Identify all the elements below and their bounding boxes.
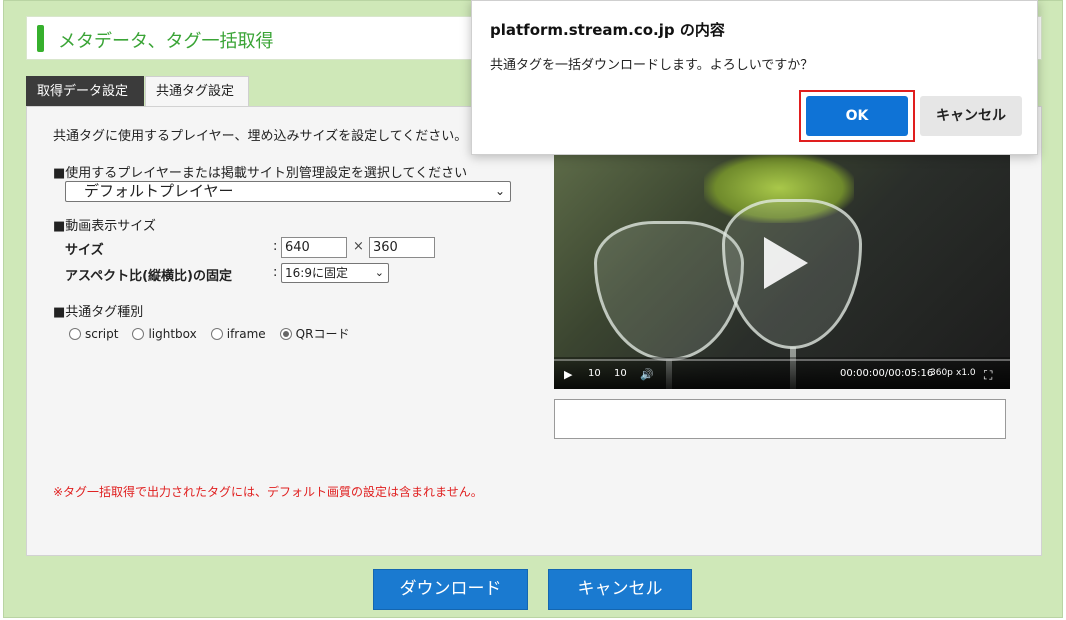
- download-button[interactable]: ダウンロード: [373, 569, 528, 610]
- video-time: 00:00:00/00:05:16: [840, 368, 934, 379]
- intro-text: 共通タグに使用するプレイヤー、埋め込みサイズを設定してください。: [53, 129, 468, 144]
- dialog-message: 共通タグを一括ダウンロードします。よろしいですか？: [490, 58, 814, 73]
- player-select[interactable]: デフォルトプレイヤー ⌄: [65, 181, 511, 202]
- note-text: ※タグ一括取得で出力されたタグには、デフォルト画質の設定は含まれません。: [53, 485, 483, 499]
- aspect-select-value: 16:9に固定: [285, 266, 348, 280]
- radio-label: QRコード: [295, 327, 350, 341]
- fullscreen-icon[interactable]: ⛶: [984, 368, 992, 383]
- chevron-down-icon: ⌄: [374, 266, 384, 279]
- dialog-cancel-button[interactable]: キャンセル: [920, 96, 1022, 136]
- radio-circle-icon[interactable]: [210, 327, 223, 340]
- speed-icon[interactable]: x1.0: [956, 368, 976, 378]
- header-accent-bar: [37, 25, 44, 52]
- tag-type-radio-group: script lightbox iframe QRコード: [69, 325, 349, 342]
- height-input[interactable]: 360: [369, 237, 435, 258]
- play-icon[interactable]: ▶: [564, 368, 572, 381]
- confirm-dialog: platform.stream.co.jp の内容 共通タグを一括ダウンロードし…: [471, 0, 1038, 155]
- radio-circle-icon[interactable]: [132, 327, 145, 340]
- rewind-10-icon[interactable]: 10: [588, 368, 601, 379]
- video-progress-bar[interactable]: [554, 359, 1010, 361]
- page-title: メタデータ、タグ一括取得: [58, 31, 274, 52]
- video-control-bar: ▶ 10 10 🔊 00:00:00/00:05:16 360p x1.0 ⛶: [554, 357, 1010, 389]
- tag-type-heading: ■共通タグ種別: [53, 305, 144, 320]
- times-sign: ×: [353, 239, 364, 254]
- quality-icon[interactable]: 360p: [930, 368, 953, 378]
- volume-icon[interactable]: 🔊: [640, 368, 654, 381]
- qr-output-box[interactable]: [554, 399, 1006, 439]
- aspect-label: アスペクト比(縦横比)の固定: [65, 269, 232, 284]
- radio-circle-checked-icon[interactable]: [279, 327, 292, 340]
- size-label: サイズ: [65, 243, 104, 258]
- chevron-down-icon: ⌄: [494, 184, 505, 198]
- dialog-ok-button[interactable]: OK: [806, 96, 908, 136]
- settings-panel: 共通タグに使用するプレイヤー、埋め込みサイズを設定してください。 ■使用するプレ…: [26, 106, 1042, 556]
- dialog-title: platform.stream.co.jp の内容: [490, 21, 725, 39]
- video-player-preview[interactable]: ▶ 10 10 🔊 00:00:00/00:05:16 360p x1.0 ⛶: [554, 153, 1010, 389]
- radio-label: script: [85, 326, 119, 341]
- radio-circle-icon[interactable]: [69, 327, 81, 340]
- size-colon: :: [273, 239, 278, 254]
- size-heading: ■動画表示サイズ: [53, 219, 156, 234]
- tab-data-settings[interactable]: 取得データ設定: [26, 76, 144, 106]
- radio-iframe[interactable]: iframe: [210, 326, 266, 341]
- aspect-colon: :: [273, 265, 278, 280]
- radio-qrcode[interactable]: QRコード: [279, 325, 350, 342]
- aspect-select[interactable]: 16:9に固定 ⌄: [281, 263, 389, 283]
- forward-10-icon[interactable]: 10: [614, 368, 627, 379]
- player-select-value: デフォルトプレイヤー: [84, 182, 234, 200]
- radio-label: iframe: [226, 326, 266, 341]
- big-play-icon[interactable]: [764, 237, 808, 289]
- cancel-button[interactable]: キャンセル: [548, 569, 692, 610]
- radio-label: lightbox: [148, 326, 197, 341]
- radio-lightbox[interactable]: lightbox: [132, 326, 197, 341]
- radio-script[interactable]: script: [69, 327, 118, 341]
- width-input[interactable]: 640: [281, 237, 347, 258]
- player-heading: ■使用するプレイヤーまたは掲載サイト別管理設定を選択してください: [53, 166, 468, 181]
- tab-common-tag-settings[interactable]: 共通タグ設定: [145, 76, 249, 107]
